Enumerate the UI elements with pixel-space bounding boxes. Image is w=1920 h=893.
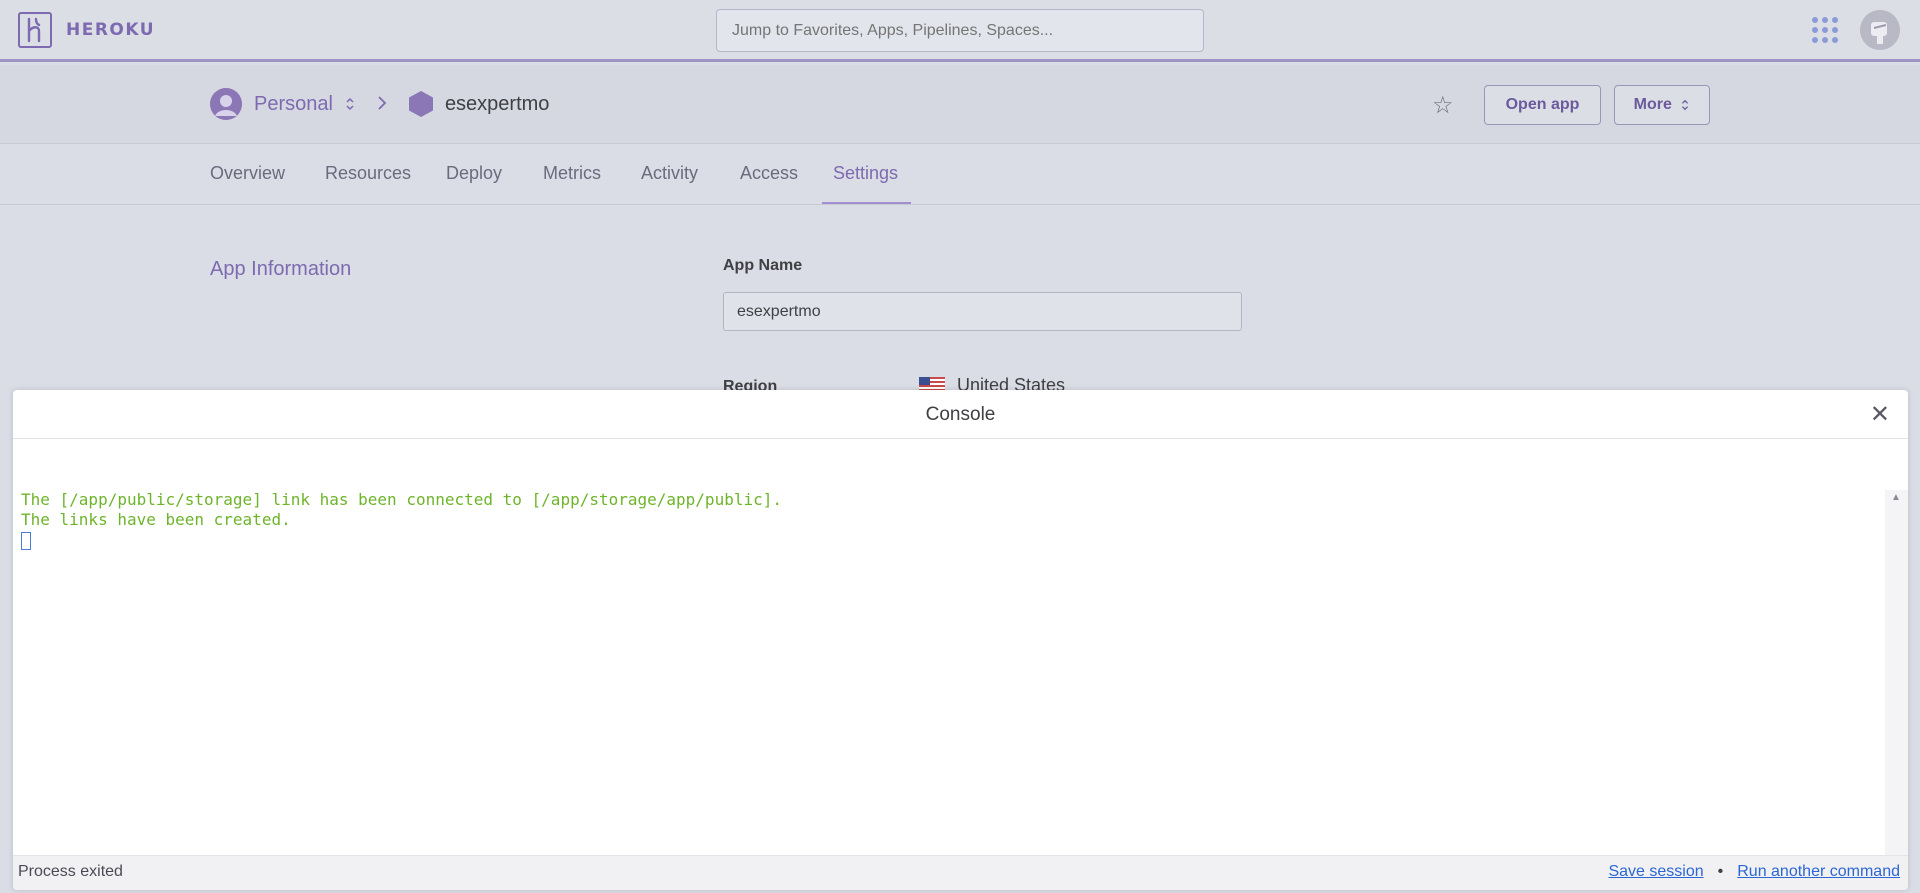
tab-metrics[interactable]: Metrics [543,163,601,184]
heroku-brand[interactable]: HEROKU [18,12,155,48]
more-button[interactable]: More [1614,85,1710,125]
console-title: Console [925,404,996,425]
tab-settings[interactable]: Settings [833,163,898,184]
terminal-scrollbar[interactable]: ▲ [1885,490,1908,855]
tab-activity[interactable]: Activity [641,163,698,184]
tab-deploy[interactable]: Deploy [446,163,502,184]
console-footer: Process exited Save session • Run another … [13,855,1908,890]
console-header: Console ✕ [13,390,1908,439]
favorite-star-icon[interactable]: ☆ [1432,91,1454,120]
console-modal: Console ✕ The [/app/public/storage] link… [13,390,1908,890]
app-name-breadcrumb[interactable]: esexpertmo [445,93,550,116]
account-switcher[interactable]: Personal [254,93,333,116]
terminal-cursor [21,532,31,550]
app-name-label: App Name [723,257,803,274]
active-tab-indicator [822,202,911,204]
search-input[interactable] [716,9,1204,52]
chevron-updown-icon [1682,99,1689,110]
tab-resources[interactable]: Resources [325,163,411,184]
chevron-right-icon [377,93,387,116]
save-session-link[interactable]: Save session [1608,863,1703,880]
app-hexagon-icon [408,91,433,117]
separator-dot: • [1717,863,1724,880]
personal-account-icon[interactable] [210,88,242,120]
terminal-line: The [/app/public/storage] link has been … [21,490,782,509]
terminal-output[interactable]: The [/app/public/storage] link has been … [13,490,1885,855]
run-another-command-link[interactable]: Run another command [1737,863,1900,880]
brand-name: HEROKU [66,20,156,40]
user-avatar[interactable] [1860,10,1900,50]
close-icon[interactable]: ✕ [1870,400,1890,429]
top-navbar: HEROKU [0,0,1920,62]
console-actions: Save session • Run another command [1608,863,1900,881]
terminal-line: The links have been created. [21,510,291,529]
tab-overview[interactable]: Overview [210,163,285,184]
app-name-field[interactable] [723,292,1242,331]
app-header: Personal esexpertmo ☆ Open app More [0,65,1920,144]
apps-grid-icon[interactable] [1812,17,1838,43]
tab-access[interactable]: Access [740,163,798,184]
heroku-logo-icon [18,12,52,48]
open-app-button[interactable]: Open app [1484,85,1601,125]
process-status: Process exited [18,863,123,880]
app-information-heading: App Information [210,258,352,280]
app-tabs: Overview Resources Deploy Metrics Activi… [0,145,1920,205]
chevron-updown-icon[interactable] [345,97,355,111]
scroll-up-arrow-icon[interactable]: ▲ [1891,492,1901,503]
more-button-label: More [1633,96,1672,113]
breadcrumb: Personal esexpertmo [210,87,549,121]
